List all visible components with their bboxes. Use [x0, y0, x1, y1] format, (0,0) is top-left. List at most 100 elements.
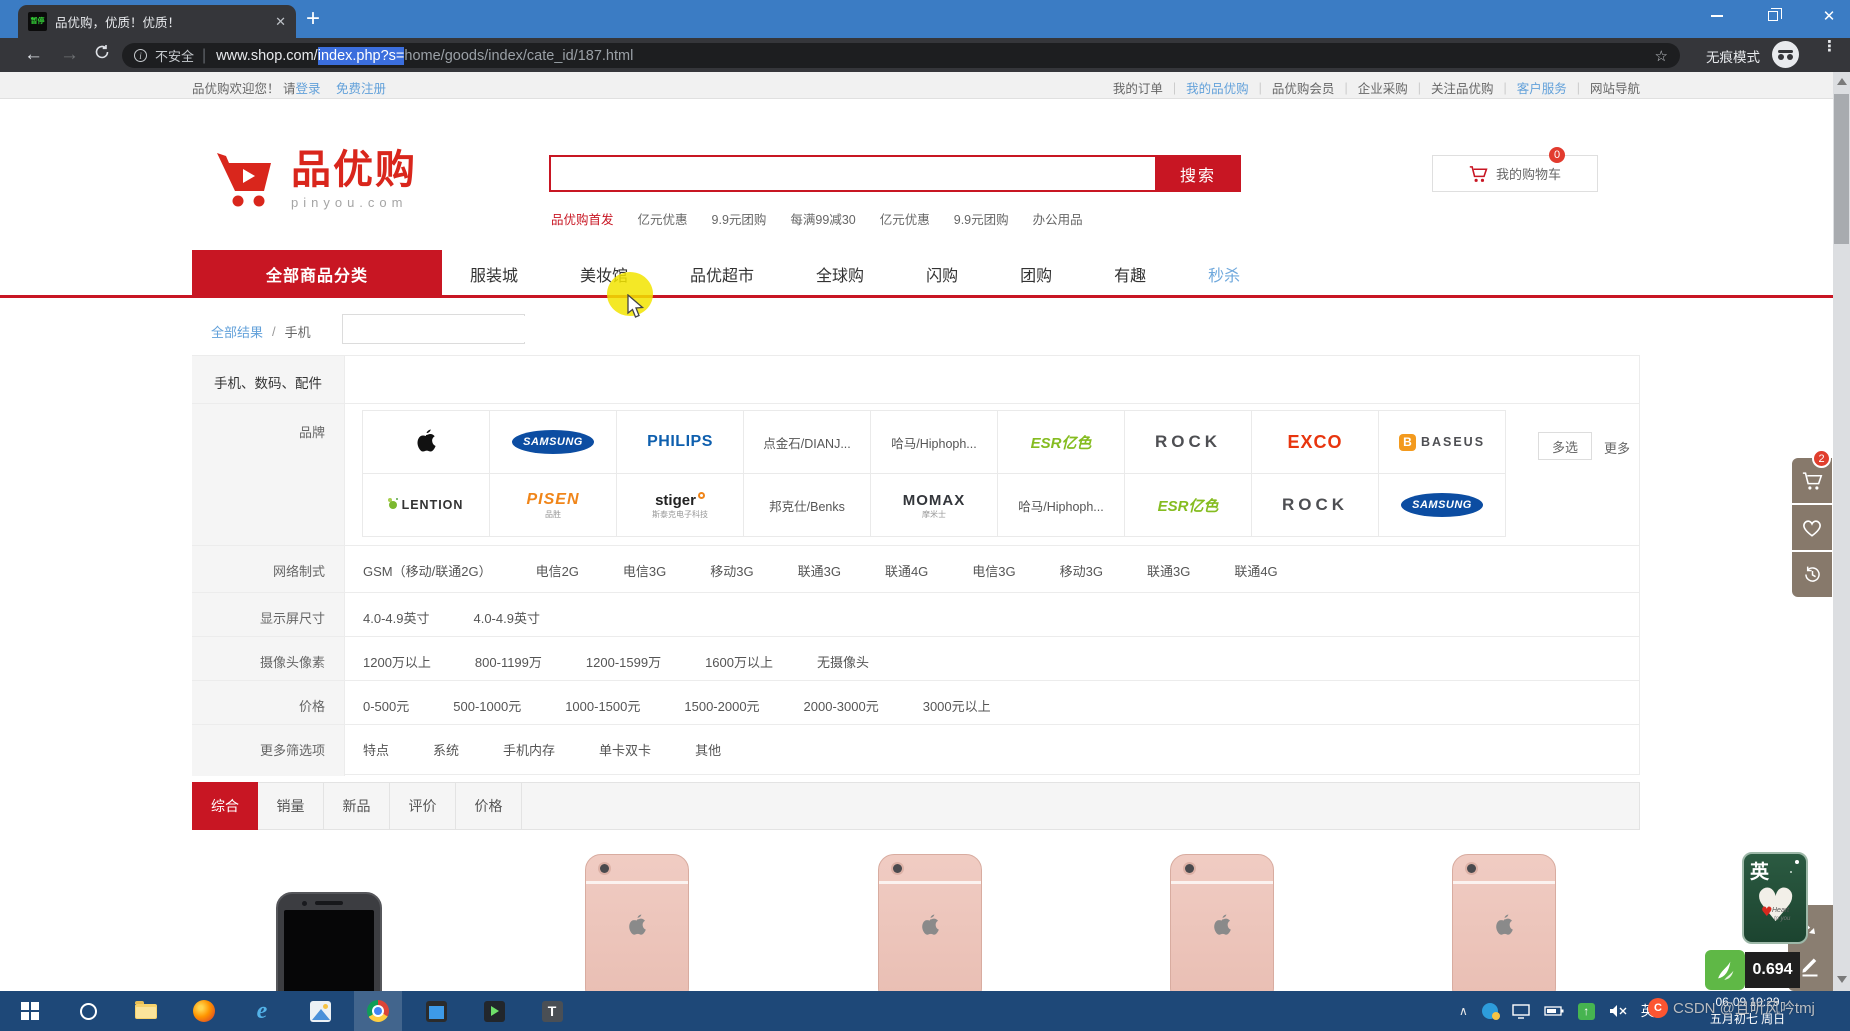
filter-option[interactable]: 电信3G [623, 561, 666, 580]
note-app-icon[interactable] [1705, 950, 1745, 990]
hot-word-6[interactable]: 办公用品 [1033, 209, 1083, 228]
brand-rock-r2[interactable]: ROCK [1251, 473, 1379, 537]
brand-hiphop-r2[interactable]: 哈马/Hiphoph... [997, 473, 1125, 537]
brand-esr-r2[interactable]: ESR亿色 [1124, 473, 1252, 537]
filter-option[interactable]: 电信2G [536, 561, 579, 580]
cortana-button[interactable] [64, 991, 112, 1031]
volume-muted-icon[interactable] [1609, 1004, 1627, 1018]
brand-samsung-r2[interactable]: SAMSUNG [1378, 473, 1506, 537]
input-method-indicator[interactable]: 英 [1641, 1001, 1655, 1021]
nav-item-4[interactable]: 闪购 [926, 262, 958, 286]
multi-select-button[interactable]: 多选 [1538, 432, 1592, 460]
firefox-button[interactable] [180, 991, 228, 1031]
english-app-widget[interactable]: 英 ♥ ♥ Heart to you [1742, 852, 1808, 944]
hot-word-3[interactable]: 每满99减30 [790, 209, 855, 228]
brand-exco-r1[interactable]: EXCO [1251, 410, 1379, 474]
tray-expand-icon[interactable]: ∧ [1459, 1004, 1468, 1018]
filter-option[interactable]: 1600万以上 [705, 652, 773, 671]
hot-word-2[interactable]: 9.9元团购 [712, 209, 767, 228]
brand-pisen-r2[interactable]: PISEN品胜 [489, 473, 617, 537]
filter-option[interactable]: 1500-2000元 [684, 696, 759, 715]
tab-close-icon[interactable]: ✕ [275, 14, 286, 30]
filter-option[interactable]: 1200-1599万 [586, 652, 661, 671]
pencil-icon[interactable] [1800, 957, 1820, 977]
filter-option[interactable]: 无摄像头 [817, 652, 869, 671]
utility-link-3[interactable]: 企业采购 [1358, 78, 1408, 97]
nav-item-6[interactable]: 有趣 [1114, 262, 1146, 286]
page-scrollbar[interactable] [1833, 72, 1850, 991]
forward-button[interactable]: → [60, 42, 79, 68]
brand-dianjinshi-r1[interactable]: 点金石/DIANJ... [743, 410, 871, 474]
hot-word-0[interactable]: 品优购首发 [551, 209, 614, 228]
filter-option[interactable]: GSM（移动/联通2G） [363, 561, 492, 580]
back-button[interactable]: ← [24, 42, 43, 68]
scrollbar-thumb[interactable] [1834, 94, 1849, 244]
app-window-button[interactable] [412, 991, 460, 1031]
bookmark-star-icon[interactable]: ☆ [1655, 47, 1668, 65]
nav-item-3[interactable]: 全球购 [816, 262, 864, 286]
utility-link-0[interactable]: 我的订单 [1113, 78, 1163, 97]
brand-apple-r1[interactable] [362, 410, 490, 474]
hot-word-1[interactable]: 亿元优惠 [638, 209, 688, 228]
brand-esr-r1[interactable]: ESR亿色 [997, 410, 1125, 474]
sort-tab-0[interactable]: 综合 [192, 782, 258, 830]
sort-tab-1[interactable]: 销量 [258, 783, 324, 829]
float-favorites-button[interactable] [1792, 505, 1832, 550]
search-button[interactable]: 搜索 [1155, 155, 1241, 192]
typora-button[interactable]: T [528, 991, 576, 1031]
filter-option[interactable]: 联通4G [1234, 561, 1277, 580]
brand-rock-r1[interactable]: ROCK [1124, 410, 1252, 474]
utility-link-1[interactable]: 我的品优购 [1186, 78, 1249, 97]
filter-option[interactable]: 0-500元 [363, 696, 409, 715]
new-tab-button[interactable]: + [306, 4, 320, 34]
taskbar-clock[interactable]: 06-09 10:29 五月初七 周日 [1700, 994, 1795, 1028]
filter-option[interactable]: 系统 [433, 740, 459, 759]
filter-option[interactable]: 移动3G [1060, 561, 1103, 580]
nav-item-5[interactable]: 团购 [1020, 262, 1052, 286]
all-categories-button[interactable]: 全部商品分类 [192, 250, 442, 298]
search-input[interactable] [549, 155, 1155, 192]
filter-option[interactable]: 联通3G [1147, 561, 1190, 580]
window-restore-button[interactable] [1750, 0, 1796, 32]
site-logo[interactable]: 品优购 pinyou.com [213, 148, 417, 210]
filter-option[interactable]: 1000-1500元 [565, 696, 640, 715]
display-tray-icon[interactable] [1512, 1004, 1530, 1019]
hot-word-5[interactable]: 9.9元团购 [954, 209, 1009, 228]
filter-option[interactable]: 电信3G [972, 561, 1015, 580]
filter-option[interactable]: 移动3G [710, 561, 753, 580]
filter-option[interactable]: 800-1199万 [475, 652, 542, 671]
filter-option[interactable]: 其他 [695, 740, 721, 759]
hot-word-4[interactable]: 亿元优惠 [880, 209, 930, 228]
filter-option[interactable]: 500-1000元 [453, 696, 521, 715]
brand-momax-r2[interactable]: MOMAX摩米士 [870, 473, 998, 537]
brand-hiphop-r1[interactable]: 哈马/Hiphoph... [870, 410, 998, 474]
utility-link-6[interactable]: 网站导航 [1590, 78, 1640, 97]
sort-tab-3[interactable]: 评价 [390, 783, 456, 829]
filter-search-input[interactable] [343, 316, 535, 342]
product-phone-3[interactable] [878, 854, 982, 991]
login-link[interactable]: 登录 [296, 82, 321, 96]
my-cart-button[interactable]: 我的购物车 [1432, 155, 1598, 192]
url-text[interactable]: www.shop.com/index.php?s=home/goods/inde… [216, 48, 633, 64]
nav-item-7[interactable]: 秒杀 [1208, 262, 1240, 286]
filter-option[interactable]: 单卡双卡 [599, 740, 651, 759]
ie-button[interactable]: e [238, 991, 286, 1031]
filter-option[interactable]: 联通3G [798, 561, 841, 580]
filter-option[interactable]: 手机内存 [503, 740, 555, 759]
refresh-button[interactable] [94, 44, 110, 60]
utility-link-4[interactable]: 关注品优购 [1431, 78, 1494, 97]
page-info-icon[interactable]: i [134, 49, 147, 62]
start-button[interactable] [6, 991, 54, 1031]
address-bar[interactable]: i 不安全 | www.shop.com/index.php?s=home/go… [122, 43, 1680, 68]
more-brands-link[interactable]: 更多 [1604, 438, 1630, 457]
brand-samsung-r1[interactable]: SAMSUNG [489, 410, 617, 474]
browser-tab[interactable]: 暂停 品优购，优质！优质！ ✕ [18, 5, 296, 38]
sort-tab-4[interactable]: 价格 [456, 783, 522, 829]
brand-lention-r2[interactable]: LENTION [362, 473, 490, 537]
filter-option[interactable]: 4.0-4.9英寸 [473, 608, 539, 627]
brand-stiger-r2[interactable]: stiger斯泰克电子科技 [616, 473, 744, 537]
filter-option[interactable]: 4.0-4.9英寸 [363, 608, 429, 627]
scroll-down-arrow[interactable] [1837, 976, 1847, 983]
file-explorer-button[interactable] [122, 991, 170, 1031]
photos-app-button[interactable] [296, 991, 344, 1031]
